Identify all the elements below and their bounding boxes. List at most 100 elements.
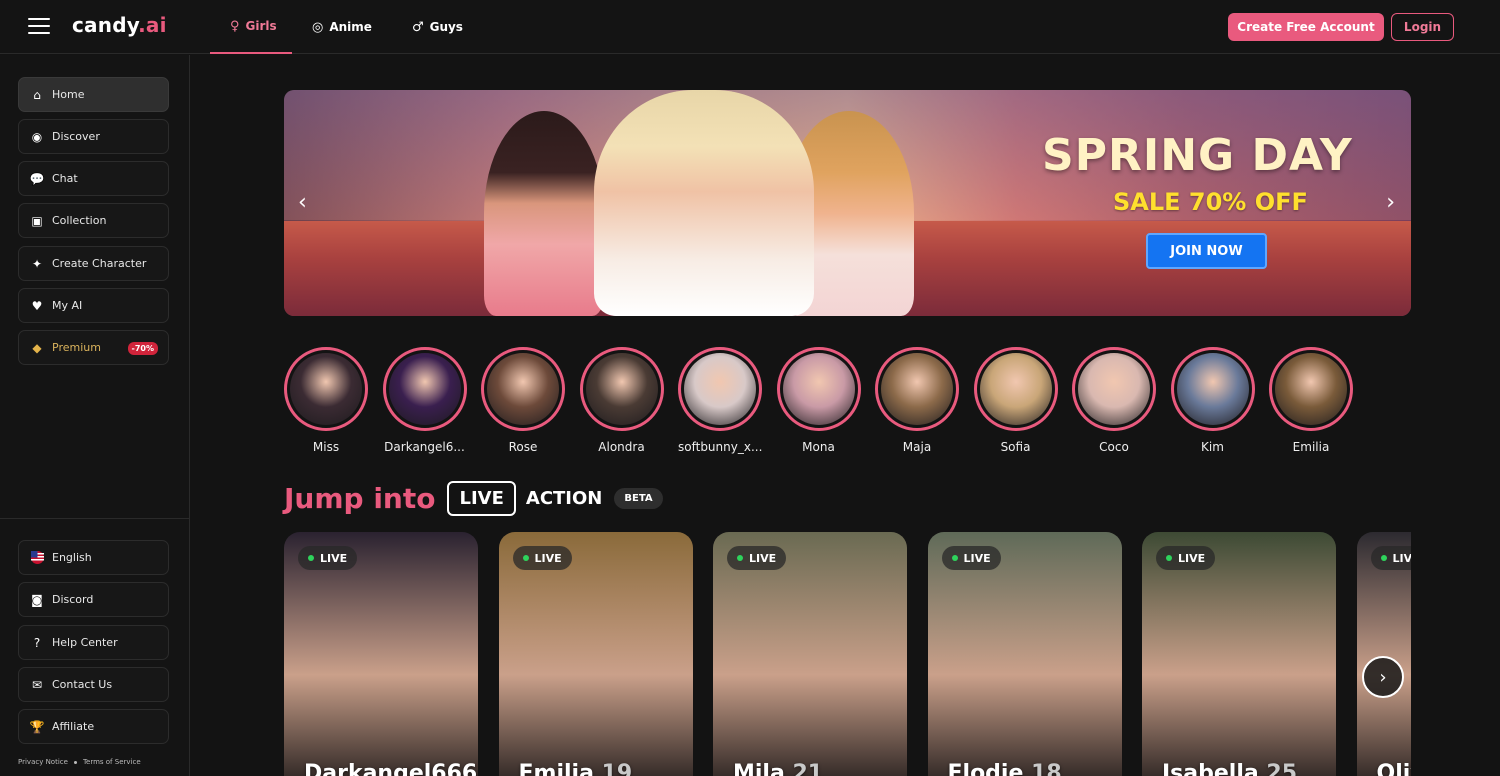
- live-card[interactable]: LIVE Isabella 25: [1142, 532, 1336, 776]
- female-icon: ♀: [230, 18, 240, 34]
- sidebar-item-discord[interactable]: ◙ Discord: [18, 582, 169, 617]
- discount-badge: -70%: [127, 342, 158, 355]
- avatar: [782, 353, 855, 425]
- live-badge: LIVE: [512, 546, 572, 570]
- promo-banner[interactable]: ‹ › SPRING DAY SALE 70% OFF JOIN NOW: [284, 90, 1411, 316]
- tab-anime[interactable]: ◎ Anime: [292, 0, 392, 54]
- sidebar-item-home[interactable]: ⌂ Home: [18, 77, 169, 112]
- story-name: Sofia: [1000, 440, 1031, 454]
- story-ring: [382, 347, 467, 431]
- live-dot-icon: [308, 555, 314, 561]
- live-card[interactable]: LIVE Darkangel666: [284, 532, 478, 776]
- card-title: Mila 21: [733, 761, 823, 776]
- sidebar-item-create-character[interactable]: ✦ Create Character: [18, 246, 169, 281]
- banner-title: SPRING DAY: [1042, 130, 1353, 181]
- card-age: 21: [792, 761, 824, 776]
- avatar: [585, 353, 658, 425]
- card-age: 18: [1031, 761, 1062, 776]
- story-item[interactable]: Coco: [1072, 347, 1156, 454]
- action-label: ACTION: [525, 487, 603, 509]
- live-dot-icon: [522, 555, 529, 561]
- banner-next-icon[interactable]: ›: [1386, 190, 1395, 215]
- card-title: Darkangel666: [304, 761, 477, 776]
- live-badge: LIVE: [1156, 546, 1216, 570]
- compass-icon: ◉: [31, 129, 43, 144]
- story-item[interactable]: softbunny_x...: [678, 347, 762, 454]
- live-card[interactable]: LIVE Mila 21: [713, 532, 907, 776]
- card-name: Mila: [733, 761, 785, 776]
- stories-row: Miss Darkangel6... Rose Alondra softbunny_x.…: [284, 347, 1384, 462]
- banner-prev-icon[interactable]: ‹: [298, 190, 307, 215]
- sidebar-item-discover[interactable]: ◉ Discover: [18, 119, 169, 154]
- tab-label: Anime: [329, 20, 372, 34]
- story-name: softbunny_x...: [678, 440, 763, 454]
- create-account-button[interactable]: Create Free Account: [1228, 13, 1384, 41]
- story-item[interactable]: Emilia: [1269, 347, 1353, 454]
- story-item[interactable]: Maja: [875, 347, 959, 454]
- story-item[interactable]: Mona: [776, 347, 861, 454]
- live-card[interactable]: LIVE Emilia 19: [498, 532, 693, 776]
- live-badge: LIVE: [727, 546, 787, 570]
- top-bar: candy.ai ♀ Girls ◎ Anime ♂ Guys Create F…: [0, 0, 1500, 54]
- tab-girls[interactable]: ♀ Girls: [210, 0, 292, 54]
- story-item[interactable]: Rose: [481, 347, 565, 454]
- live-badge: LIVE: [941, 546, 1001, 570]
- story-ring: [579, 347, 664, 431]
- live-badge-label: LIVE: [749, 551, 777, 565]
- sidebar-item-my-ai[interactable]: ♥ My AI: [18, 288, 169, 323]
- login-button[interactable]: Login: [1391, 13, 1454, 41]
- heart-icon: ♥: [31, 298, 43, 313]
- story-name: Maja: [902, 440, 932, 454]
- sidebar-item-help-center[interactable]: ? Help Center: [18, 625, 169, 660]
- story-item[interactable]: Darkangel6...: [382, 347, 467, 454]
- sidebar-item-affiliate[interactable]: 🏆 Affiliate: [18, 709, 169, 744]
- us-flag-icon: [30, 551, 44, 565]
- story-name: Darkangel6...: [384, 440, 465, 454]
- card-name: Elodie: [947, 761, 1024, 776]
- card-title: Emilia 19: [519, 761, 633, 776]
- help-icon: ?: [33, 635, 41, 650]
- avatar: [1275, 353, 1347, 425]
- avatar: [1176, 353, 1249, 425]
- sidebar-item-label: My AI: [52, 299, 83, 312]
- diamond-icon: ◆: [32, 340, 42, 355]
- tab-label: Guys: [429, 20, 463, 34]
- card-name: Emilia: [518, 761, 594, 776]
- story-ring: [973, 347, 1058, 431]
- sidebar: ⌂ Home ◉ Discover 💬 Chat ▣ Collection ✦ …: [0, 55, 190, 776]
- tab-guys[interactable]: ♂ Guys: [392, 0, 483, 54]
- live-section-header: Jump into LIVE ACTION BETA: [284, 478, 663, 518]
- terms-link[interactable]: Terms of Service: [83, 758, 141, 766]
- menu-icon[interactable]: [28, 18, 50, 36]
- story-ring: [481, 347, 565, 431]
- sidebar-item-collection[interactable]: ▣ Collection: [18, 203, 169, 238]
- live-card[interactable]: LIVE Oliv: [1356, 532, 1411, 776]
- sidebar-item-chat[interactable]: 💬 Chat: [18, 161, 169, 196]
- chat-icon: 💬: [29, 171, 45, 186]
- live-badge: LIVE: [298, 546, 358, 570]
- live-badge: LIVE: [1370, 546, 1411, 570]
- privacy-link[interactable]: Privacy Notice: [18, 758, 68, 766]
- sidebar-item-premium[interactable]: ◆ Premium -70%: [18, 330, 169, 365]
- logo[interactable]: candy.ai: [72, 13, 167, 37]
- sidebar-item-label: English: [52, 551, 92, 564]
- story-item[interactable]: Alondra: [579, 347, 664, 454]
- join-now-button[interactable]: JOIN NOW: [1146, 233, 1267, 269]
- story-item[interactable]: Kim: [1170, 347, 1255, 454]
- banner-figure: [594, 90, 814, 316]
- card-name: Isabella: [1162, 761, 1259, 776]
- sidebar-divider: [0, 518, 190, 519]
- cards-next-icon[interactable]: ›: [1362, 656, 1404, 698]
- sidebar-item-contact-us[interactable]: ✉ Contact Us: [18, 667, 169, 702]
- section-title: Jump into: [284, 481, 436, 515]
- story-item[interactable]: Sofia: [973, 347, 1058, 454]
- live-card[interactable]: LIVE Elodie 18: [927, 532, 1122, 776]
- avatar: [388, 353, 461, 425]
- sidebar-item-label: Contact Us: [52, 678, 113, 691]
- language-selector[interactable]: English: [18, 540, 169, 575]
- story-ring: [875, 347, 959, 431]
- sidebar-item-label: Discord: [52, 593, 94, 606]
- live-badge-label: LIVE: [534, 551, 562, 565]
- story-ring: [776, 347, 861, 431]
- story-item[interactable]: Miss: [284, 347, 368, 454]
